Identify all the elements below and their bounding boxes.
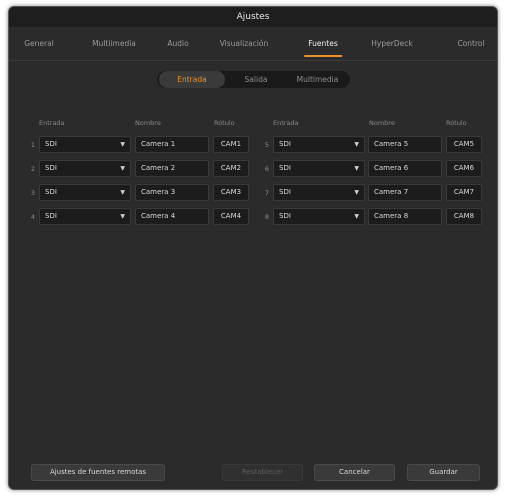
name-field-3[interactable]: Camera 3 xyxy=(135,184,209,201)
source-select-2[interactable]: SDI ▼ xyxy=(39,160,131,177)
label-field-7[interactable]: CAM7 xyxy=(446,184,482,201)
tabs-divider xyxy=(9,60,497,61)
input-number: 2 xyxy=(30,165,35,173)
input-number: 5 xyxy=(264,141,269,149)
source-select-5[interactable]: SDI ▼ xyxy=(273,136,365,153)
tab-multimedia[interactable]: Multiimedia xyxy=(92,33,136,61)
tab-control[interactable]: Control xyxy=(457,33,484,61)
source-value: SDI xyxy=(45,164,57,172)
source-select-6[interactable]: SDI ▼ xyxy=(273,160,365,177)
segment-multimedia[interactable]: Multimedia xyxy=(287,71,348,88)
tab-hyperdeck[interactable]: HyperDeck xyxy=(371,33,412,61)
name-field-7[interactable]: Camera 7 xyxy=(368,184,442,201)
name-field-1[interactable]: Camera 1 xyxy=(135,136,209,153)
source-select-7[interactable]: SDI ▼ xyxy=(273,184,365,201)
name-field-4[interactable]: Camera 4 xyxy=(135,208,209,225)
tab-fuentes[interactable]: Fuentes xyxy=(304,33,342,61)
label-field-1[interactable]: CAM1 xyxy=(213,136,249,153)
header-rotulo-left: Rótulo xyxy=(214,119,235,127)
label-field-6[interactable]: CAM6 xyxy=(446,160,482,177)
input-number: 1 xyxy=(30,141,35,149)
name-field-6[interactable]: Camera 6 xyxy=(368,160,442,177)
input-type-segmented-control: Entrada Salida Multimedia xyxy=(157,71,350,88)
label-field-4[interactable]: CAM4 xyxy=(213,208,249,225)
source-value: SDI xyxy=(279,212,291,220)
input-number: 7 xyxy=(264,189,269,197)
chevron-down-icon: ▼ xyxy=(354,189,359,196)
save-button[interactable]: Guardar xyxy=(407,464,480,481)
settings-window: Ajustes General Multiimedia Audio Visual… xyxy=(8,6,498,490)
source-value: SDI xyxy=(279,140,291,148)
name-field-8[interactable]: Camera 8 xyxy=(368,208,442,225)
source-select-3[interactable]: SDI ▼ xyxy=(39,184,131,201)
header-rotulo-right: Rótulo xyxy=(446,119,467,127)
remote-sources-settings-button[interactable]: Ajustes de fuentes remotas xyxy=(31,464,165,481)
label-field-3[interactable]: CAM3 xyxy=(213,184,249,201)
segment-entrada[interactable]: Entrada xyxy=(159,71,225,88)
input-number: 6 xyxy=(264,165,269,173)
chevron-down-icon: ▼ xyxy=(120,141,125,148)
window-title: Ajustes xyxy=(9,7,497,27)
tab-visualizacion[interactable]: Visualización xyxy=(220,33,269,61)
restore-button[interactable]: Restablecer xyxy=(222,464,303,481)
header-entrada-left: Entrada xyxy=(39,119,65,127)
label-field-8[interactable]: CAM8 xyxy=(446,208,482,225)
label-field-2[interactable]: CAM2 xyxy=(213,160,249,177)
source-value: SDI xyxy=(279,188,291,196)
settings-tabs: General Multiimedia Audio Visualización … xyxy=(9,33,497,61)
source-value: SDI xyxy=(279,164,291,172)
source-value: SDI xyxy=(45,188,57,196)
source-value: SDI xyxy=(45,212,57,220)
chevron-down-icon: ▼ xyxy=(354,141,359,148)
chevron-down-icon: ▼ xyxy=(120,213,125,220)
header-nombre-right: Nombre xyxy=(369,119,395,127)
cancel-button[interactable]: Cancelar xyxy=(314,464,395,481)
input-number: 3 xyxy=(30,189,35,197)
chevron-down-icon: ▼ xyxy=(354,165,359,172)
source-select-4[interactable]: SDI ▼ xyxy=(39,208,131,225)
chevron-down-icon: ▼ xyxy=(354,213,359,220)
label-field-5[interactable]: CAM5 xyxy=(446,136,482,153)
input-number: 4 xyxy=(30,213,35,221)
name-field-5[interactable]: Camera 5 xyxy=(368,136,442,153)
tab-audio[interactable]: Audio xyxy=(167,33,188,61)
input-number: 8 xyxy=(264,213,269,221)
chevron-down-icon: ▼ xyxy=(120,165,125,172)
source-select-8[interactable]: SDI ▼ xyxy=(273,208,365,225)
header-entrada-right: Entrada xyxy=(273,119,299,127)
source-select-1[interactable]: SDI ▼ xyxy=(39,136,131,153)
source-value: SDI xyxy=(45,140,57,148)
header-nombre-left: Nombre xyxy=(135,119,161,127)
tab-general[interactable]: General xyxy=(24,33,54,61)
name-field-2[interactable]: Camera 2 xyxy=(135,160,209,177)
segment-salida[interactable]: Salida xyxy=(226,71,286,88)
chevron-down-icon: ▼ xyxy=(120,189,125,196)
